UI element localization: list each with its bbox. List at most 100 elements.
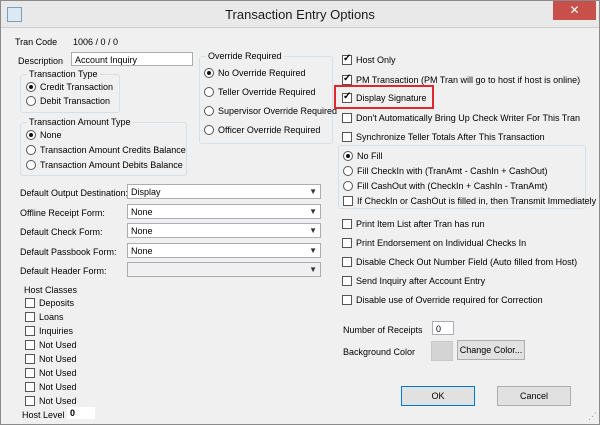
teller-override-radio[interactable] <box>204 87 214 97</box>
override-required-title: Override Required <box>206 50 284 62</box>
host-class-deposits-checkbox[interactable] <box>25 298 35 308</box>
chevron-down-icon: ▼ <box>309 226 317 235</box>
amount-type-none-label: None <box>40 130 62 140</box>
host-class-inquiries-checkbox[interactable] <box>25 326 35 336</box>
host-class-not-used-label: Not Used <box>39 354 77 364</box>
default-check-form-label: Default Check Form: <box>20 227 103 237</box>
host-class-not-used-checkbox[interactable] <box>25 382 35 392</box>
no-fill-label: No Fill <box>357 151 383 161</box>
chevron-down-icon: ▼ <box>309 207 317 216</box>
host-class-loans-checkbox[interactable] <box>25 312 35 322</box>
chevron-down-icon: ▼ <box>309 187 317 196</box>
fill-cashout-label: Fill CashOut with (CheckIn + CashIn - Tr… <box>357 181 548 191</box>
disable-override-correction-label: Disable use of Override required for Cor… <box>356 295 543 305</box>
ok-button[interactable]: OK <box>401 386 475 406</box>
amount-debits-balance-label: Transaction Amount Debits Balance <box>40 160 183 170</box>
host-level-value: 0 <box>67 407 95 419</box>
credit-transaction-radio[interactable] <box>26 82 36 92</box>
default-output-destination-label: Default Output Destination: <box>20 188 129 198</box>
default-header-form-label: Default Header Form: <box>20 266 107 276</box>
supervisor-override-radio[interactable] <box>204 106 214 116</box>
resize-grip-icon[interactable]: ⋰ <box>588 411 597 422</box>
amount-debits-balance-radio[interactable] <box>26 160 36 170</box>
fill-cashout-radio[interactable] <box>343 181 353 191</box>
offline-receipt-form-label: Offline Receipt Form: <box>20 208 105 218</box>
change-color-button[interactable]: Change Color... <box>457 340 525 360</box>
host-class-not-used-label: Not Used <box>39 368 77 378</box>
display-signature-label: Display Signature <box>356 93 427 103</box>
host-class-not-used-checkbox[interactable] <box>25 396 35 406</box>
chevron-down-icon: ▼ <box>309 246 317 255</box>
pm-transaction-checkbox[interactable] <box>342 73 352 85</box>
background-color-swatch <box>431 341 453 361</box>
transaction-entry-options-window: Transaction Entry Options ✕ Tran Code 10… <box>0 0 600 425</box>
default-check-form-value: None <box>131 226 153 236</box>
default-passbook-form-value: None <box>131 246 153 256</box>
disable-override-correction-checkbox[interactable] <box>342 295 352 305</box>
amount-credits-balance-radio[interactable] <box>26 145 36 155</box>
host-class-not-used-label: Not Used <box>39 396 77 406</box>
host-class-deposits-label: Deposits <box>39 298 75 308</box>
teller-override-label: Teller Override Required <box>218 87 316 97</box>
offline-receipt-form-value: None <box>131 207 153 217</box>
transaction-type-group: Transaction Type <box>20 68 120 113</box>
print-item-list-checkbox[interactable] <box>342 219 352 229</box>
host-only-checkbox[interactable] <box>342 53 352 65</box>
no-auto-check-writer-checkbox[interactable] <box>342 113 352 123</box>
default-header-form-select[interactable]: ▼ <box>127 262 321 277</box>
chevron-down-icon: ▼ <box>309 265 317 274</box>
officer-override-label: Officer Override Required <box>218 125 321 135</box>
send-inquiry-label: Send Inquiry after Account Entry <box>356 276 486 286</box>
transmit-immediately-checkbox[interactable] <box>343 196 353 206</box>
window-title: Transaction Entry Options <box>225 7 375 22</box>
sync-teller-totals-label: Synchronize Teller Totals After This Tra… <box>356 132 545 142</box>
default-passbook-form-label: Default Passbook Form: <box>20 247 117 257</box>
print-endorsement-checkbox[interactable] <box>342 238 352 248</box>
host-classes-title: Host Classes <box>24 285 78 295</box>
print-endorsement-label: Print Endorsement on Individual Checks I… <box>356 238 527 248</box>
tran-code-value: 1006 / 0 / 0 <box>73 37 119 47</box>
number-of-receipts-label: Number of Receipts <box>343 325 423 335</box>
transmit-immediately-label: If CheckIn or CashOut is filled in, then… <box>357 196 597 206</box>
default-check-form-select[interactable]: None ▼ <box>127 223 321 238</box>
host-class-inquiries-label: Inquiries <box>39 326 74 336</box>
description-input[interactable]: Account Inquiry <box>71 52 193 66</box>
default-passbook-form-select[interactable]: None ▼ <box>127 243 321 258</box>
host-class-not-used-checkbox[interactable] <box>25 354 35 364</box>
no-fill-radio[interactable] <box>343 151 353 161</box>
sync-teller-totals-checkbox[interactable] <box>342 132 352 142</box>
no-auto-check-writer-label: Don't Automatically Bring Up Check Write… <box>356 113 580 123</box>
supervisor-override-label: Supervisor Override Required <box>218 106 338 116</box>
no-override-radio[interactable] <box>204 68 214 78</box>
close-button[interactable]: ✕ <box>553 1 596 20</box>
title-bar: Transaction Entry Options ✕ <box>1 1 599 28</box>
disable-check-out-number-checkbox[interactable] <box>342 257 352 267</box>
credit-transaction-label: Credit Transaction <box>40 82 114 92</box>
display-signature-checkbox[interactable] <box>342 91 352 103</box>
default-output-destination-value: Display <box>131 187 161 197</box>
host-class-not-used-checkbox[interactable] <box>25 368 35 378</box>
transaction-type-title: Transaction Type <box>27 68 100 80</box>
disable-check-out-number-label: Disable Check Out Number Field (Auto fil… <box>356 257 578 267</box>
host-level-label: Host Level <box>22 410 65 420</box>
offline-receipt-form-select[interactable]: None ▼ <box>127 204 321 219</box>
number-of-receipts-input[interactable]: 0 <box>432 321 454 335</box>
default-output-destination-select[interactable]: Display ▼ <box>127 184 321 199</box>
print-item-list-label: Print Item List after Tran has run <box>356 219 485 229</box>
background-color-label: Background Color <box>343 347 416 357</box>
fill-checkin-label: Fill CheckIn with (TranAmt - CashIn + Ca… <box>357 166 548 176</box>
fill-checkin-radio[interactable] <box>343 166 353 176</box>
host-class-not-used-label: Not Used <box>39 340 77 350</box>
amount-credits-balance-label: Transaction Amount Credits Balance <box>40 145 186 155</box>
host-class-loans-label: Loans <box>39 312 64 322</box>
tran-code-label: Tran Code <box>15 37 58 47</box>
send-inquiry-checkbox[interactable] <box>342 276 352 286</box>
debit-transaction-radio[interactable] <box>26 96 36 106</box>
host-class-not-used-checkbox[interactable] <box>25 340 35 350</box>
cancel-button[interactable]: Cancel <box>497 386 571 406</box>
amount-type-none-radio[interactable] <box>26 130 36 140</box>
officer-override-radio[interactable] <box>204 125 214 135</box>
host-class-not-used-label: Not Used <box>39 382 77 392</box>
no-override-label: No Override Required <box>218 68 306 78</box>
host-only-label: Host Only <box>356 55 396 65</box>
